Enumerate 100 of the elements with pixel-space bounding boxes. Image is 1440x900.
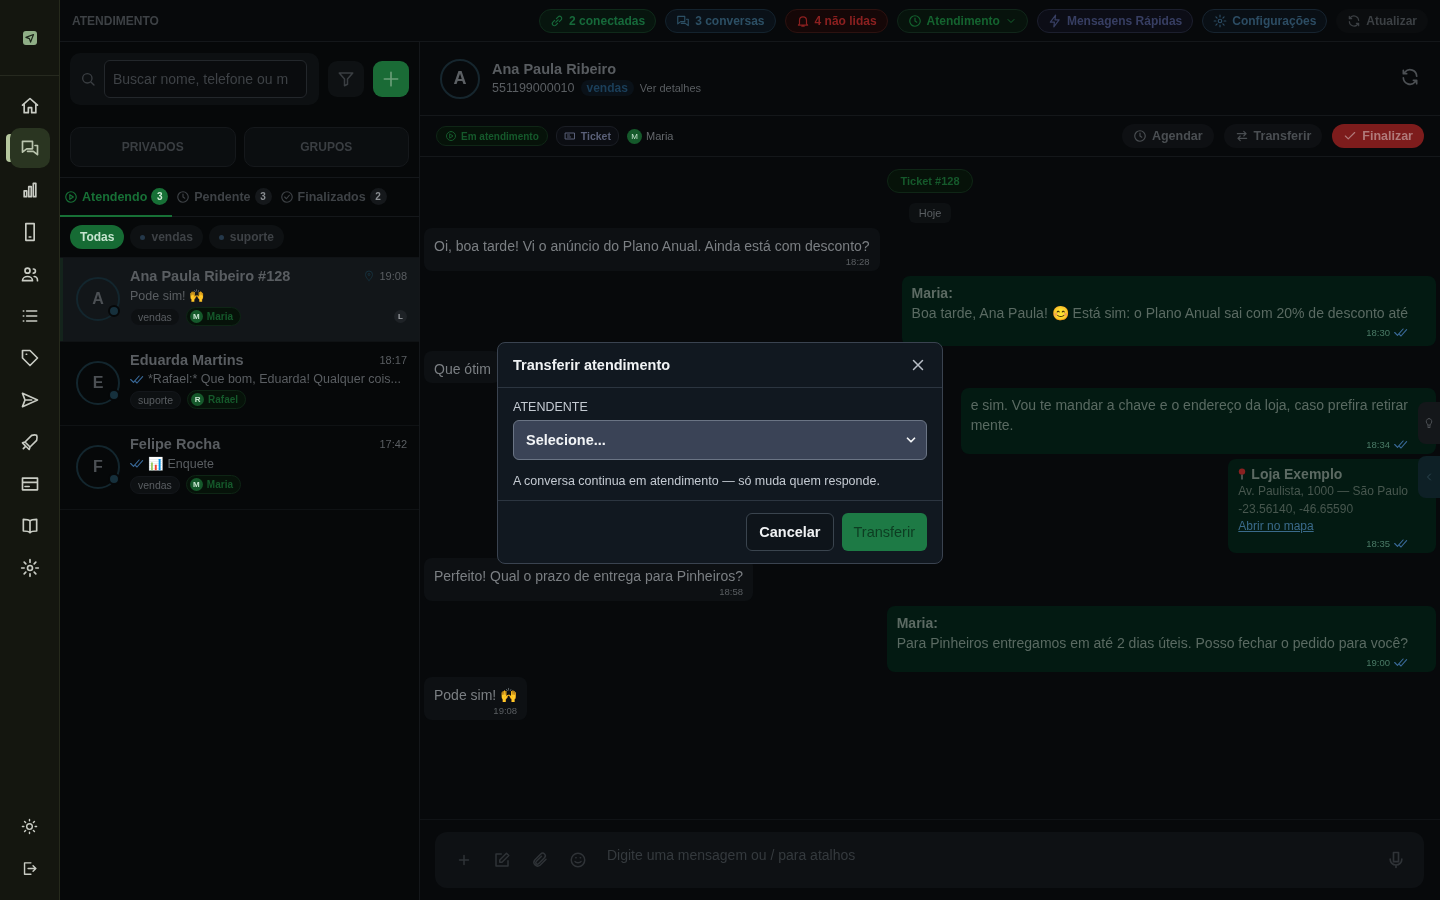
page-title: ATENDIMENTO [72,13,159,28]
check-icon [1343,129,1358,143]
message-time: 18:17 [379,354,407,366]
refresh-icon [1400,67,1420,87]
clock-icon [1132,129,1147,143]
home-icon [19,96,40,116]
lightning-icon [1047,13,1062,28]
agent-badge: R Rafael [187,390,247,409]
bell-icon [795,13,810,28]
map-pin-icon [1238,467,1247,481]
chat-bubbles-icon [19,138,40,158]
credit-card-icon [19,474,40,494]
status-tab[interactable]: Finalizados 2 [275,178,391,217]
status-tab[interactable]: Atendendo 3 [60,178,173,217]
refresh-icon [1347,13,1362,28]
count-badge: 2 [369,188,387,205]
message-text: Oi, boa tarde! Vi o anúncio do Plano Anual. Ainda está com desconto? [434,237,870,256]
cancel-button[interactable]: Cancelar [746,513,834,551]
message-text: Perfeito! Qual o prazo de entrega para Pinheiros? [434,567,743,586]
rocket-icon [19,432,40,452]
sender-name: Maria: [911,284,954,303]
ticket-button[interactable]: Ticket [555,126,619,146]
help-text: A conversa continua em atendimento — só muda quem responde. [513,474,881,488]
clock-icon [176,189,191,204]
tag-icon [19,348,40,368]
contact-name: Eduarda Martins [130,352,245,368]
sun-icon [21,817,38,835]
contact-name: Ana Paula Ribeiro [492,61,618,77]
dialog-title: Transferir atendimento [513,357,671,373]
coordinates-text: -23.56140, -46.65590 [1238,501,1355,518]
conversation-item[interactable]: A Ana Paula Ribeiro #128 19:08 Pode sim! 🙌 vendas M Maria L [60,258,419,342]
conversation-item[interactable]: E Eduarda Martins 18:17 *Rafael:* Que bom, Eduarda! Qualquer cois... suporte R Rafael [60,342,419,426]
message-time: 18:34 [1366,439,1390,450]
phone-number: 551199000010 [492,81,575,95]
toolbar-chip[interactable]: Atendimento [896,8,1028,33]
chat-bubbles-icon [676,13,691,28]
message-time: 18:35 [1366,538,1390,549]
ticket-label: Ticket #128 [887,169,973,193]
search-icon [80,71,96,87]
agent-badge: M Maria [185,307,241,326]
message-time: 19:08 [379,270,407,282]
filter-icon [337,70,356,88]
tag-label: vendas [130,475,180,494]
agent-badge: M Maria [185,475,241,494]
search-field[interactable]: Buscar nome, telefone ou m [104,60,307,98]
date-label: Hoje [908,203,952,223]
logo-icon [22,30,37,45]
message-preview: Pode sim! 🙌 [130,288,206,303]
transfer-button[interactable]: Transferir [841,513,927,551]
action-button[interactable]: Transferir [1223,124,1323,148]
message-time: 19:08 [493,705,518,716]
message-text: Para Pinheiros entregamos em até 2 dias úteis. Posso fechar o pedido para você? [896,634,1408,653]
clock-icon [907,13,922,28]
user-avatar: L [394,310,407,323]
contact-name: Ana Paula Ribeiro #128 [130,268,292,284]
users-icon [19,264,40,284]
count-badge: 3 [151,188,169,205]
ticket-icon [563,130,576,142]
message-time: 18:58 [719,586,743,597]
status-tab[interactable]: Pendente 3 [172,178,276,217]
message-preview: *Rafael:* Que bom, Eduarda! Qualquer cois... [148,372,401,386]
add-button[interactable] [373,61,409,97]
toolbar-chip[interactable]: 3 conversas [665,8,776,33]
agent-select[interactable]: Selecione... [513,420,927,460]
contact-avatar: E [76,361,120,405]
contact-avatar: F [76,445,120,489]
sender-name: Maria: [896,614,939,633]
tag-label: vendas [130,307,180,326]
logout-icon [21,859,38,877]
map-link[interactable]: Abrir no mapa [1238,519,1408,533]
link-icon [550,13,565,28]
tag-label: suporte [130,390,182,409]
lightbulb-icon [1423,417,1435,429]
action-button[interactable]: Finalizar [1332,124,1424,148]
action-button[interactable]: Agendar [1121,124,1214,148]
paperclip-icon[interactable] [531,851,549,869]
field-label: ATENDENTE [513,400,589,414]
contact-name: Felipe Rocha [130,436,222,452]
message-time: 17:42 [379,438,407,450]
agent-badge: M Maria [626,128,674,144]
toolbar-chip[interactable]: 2 conectadas [539,8,657,33]
status-chip: Em atendimento [436,126,548,146]
contact-avatar: A [440,58,480,99]
conversation-item[interactable]: F Felipe Rocha 17:42 📊 Enquete vendas M Maria [60,426,419,510]
count-badge: 3 [254,188,272,205]
message-time: 18:30 [1366,327,1390,338]
contact-avatar: A [76,277,120,321]
filter-chip[interactable]: Todas [70,225,125,249]
location-title: Loja Exemplo [1251,466,1343,482]
message-preview: 📊 Enquete [148,456,215,471]
toolbar-chip[interactable]: Mensagens Rápidas [1036,8,1194,33]
details-link[interactable]: Ver detalhes [639,82,701,94]
message-time: 18:28 [845,256,870,267]
toolbar-chip[interactable]: 4 não lidas [784,8,888,33]
nav-button[interactable] [9,128,50,168]
send-icon [19,390,40,410]
message-text: Que ótim [434,360,491,379]
message-text: Boa tarde, Ana Paula! 😊 Está sim: o Plano Anual sai com 20% de desconto até [911,304,1408,323]
toolbar-chip[interactable]: Configurações [1202,8,1328,33]
message-text: e sim. Vou te mandar a chave e o endereço da loja, caso prefira retirar mente. [970,396,1408,435]
